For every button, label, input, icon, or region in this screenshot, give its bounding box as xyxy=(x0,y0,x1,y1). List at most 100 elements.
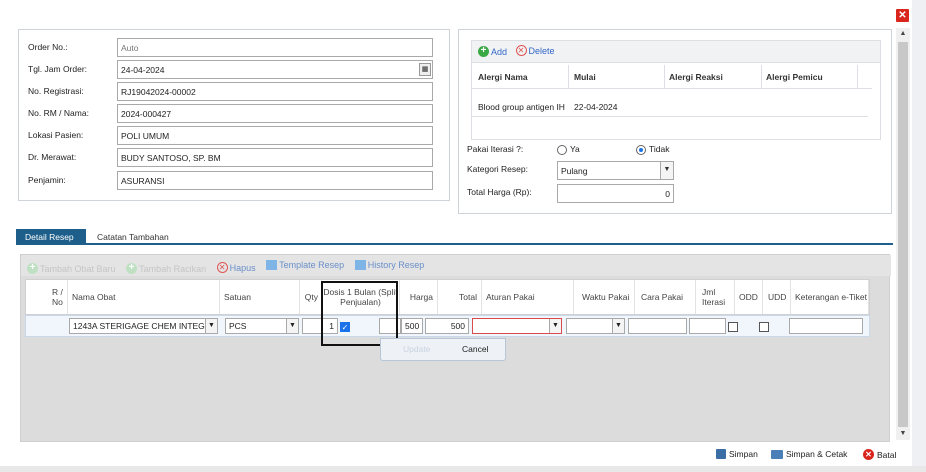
alergi-add-button[interactable]: + Add xyxy=(478,46,507,57)
col-aturan-pakai: Aturan Pakai xyxy=(482,280,574,314)
iterasi-ya-radio[interactable] xyxy=(557,145,567,155)
row-dr-merawat: Dr. Merawat: BUDY SANTOSO, SP. BM xyxy=(19,148,451,168)
iterasi-tidak-radio[interactable] xyxy=(636,145,646,155)
row-no-registrasi: No. Registrasi: RJ19042024-00002 xyxy=(19,82,451,102)
alergi-delete-label: Delete xyxy=(528,45,555,56)
batal-button[interactable]: ✕ Batal xyxy=(863,449,896,460)
no-registrasi-input[interactable]: RJ19042024-00002 xyxy=(117,82,433,101)
tab-catatan-tambahan[interactable]: Catatan Tambahan xyxy=(88,229,178,245)
alergi-delete-button[interactable]: ✕ Delete xyxy=(515,45,555,56)
tambah-obat-button[interactable]: + Tambah Obat Baru xyxy=(27,263,116,274)
lokasi-pasien-input[interactable]: POLI UMUM xyxy=(117,126,433,145)
template-resep-button[interactable]: Template Resep xyxy=(266,260,344,270)
hapus-label: Hapus xyxy=(229,262,256,273)
alergi-row-nama: Blood group antigen IH xyxy=(478,102,565,112)
alergi-panel: + Add ✕ Delete Alergi Nama Mulai Alergi … xyxy=(458,29,892,214)
col-udd: UDD xyxy=(763,280,791,314)
iterasi-tidak-label: Tidak xyxy=(649,144,670,154)
order-no-input[interactable]: Auto xyxy=(117,38,433,57)
total-input[interactable]: 500 xyxy=(425,318,469,334)
cancel-button[interactable]: Cancel xyxy=(462,344,488,354)
aturan-pakai-select[interactable]: ▼ xyxy=(472,318,562,334)
save-icon xyxy=(716,449,726,459)
nama-obat-select[interactable]: 1243A STERIGAGE CHEM INTEGRA ▼ xyxy=(69,318,218,334)
chevron-down-icon[interactable]: ▼ xyxy=(612,319,624,333)
penjamin-input[interactable]: ASURANSI xyxy=(117,171,433,190)
jml-iterasi-input[interactable] xyxy=(689,318,726,334)
penjamin-label: Penjamin: xyxy=(28,175,66,185)
tambah-racikan-label: Tambah Racikan xyxy=(139,263,207,274)
total-harga-label: Total Harga (Rp): xyxy=(467,187,532,197)
cancel-icon: ✕ xyxy=(863,449,874,460)
close-icon[interactable]: ✕ xyxy=(896,9,909,22)
nama-obat-value: 1243A STERIGAGE CHEM INTEGRA xyxy=(73,321,217,331)
alergi-add-label: Add xyxy=(491,46,508,57)
simpan-cetak-button[interactable]: Simpan & Cetak xyxy=(771,449,847,459)
col-harga: Harga xyxy=(400,280,438,314)
resep-grid-header: R / No Nama Obat Satuan Qty Dosis 1 Bula… xyxy=(25,279,870,315)
vertical-scrollbar[interactable]: ▲ ▼ xyxy=(896,28,910,440)
chevron-down-icon[interactable]: ▼ xyxy=(549,319,561,333)
alergi-col-divider xyxy=(568,65,569,89)
resep-grid-toolbar: + Tambah Obat Baru + Tambah Racikan ✕ Ha… xyxy=(21,255,891,276)
col-rno: R / No xyxy=(48,280,68,314)
row-editor-bar: Update Cancel xyxy=(380,338,506,361)
batal-label: Batal xyxy=(877,449,897,460)
no-rm-nama-input[interactable]: 2024-000427 xyxy=(117,104,433,123)
alergi-col-reaksi: Alergi Reaksi xyxy=(669,72,723,82)
delete-icon: ✕ xyxy=(216,262,228,273)
alergi-col-divider xyxy=(664,65,665,89)
alergi-row[interactable]: Blood group antigen IH 22-04-2024 xyxy=(472,99,868,117)
satuan-value: PCS xyxy=(229,321,247,331)
lokasi-pasien-label: Lokasi Pasien: xyxy=(28,130,84,140)
dr-merawat-label: Dr. Merawat: xyxy=(28,152,77,162)
row-tgl-jam-order: Tgl. Jam Order: 24-04-2024 ▦ xyxy=(19,60,451,80)
simpan-button[interactable]: Simpan xyxy=(716,449,758,459)
waktu-pakai-select[interactable]: ▼ xyxy=(566,318,625,334)
kategori-select[interactable]: Pulang ▼ xyxy=(557,161,674,180)
udd-checkbox[interactable] xyxy=(759,322,769,332)
chevron-down-icon[interactable]: ▼ xyxy=(660,162,673,179)
iterasi-label: Pakai Iterasi ?: xyxy=(467,144,524,154)
harga-input[interactable]: 500 xyxy=(401,318,423,334)
odd-checkbox[interactable] xyxy=(728,322,738,332)
tgl-jam-order-input[interactable]: 24-04-2024 ▦ xyxy=(117,60,433,79)
dr-merawat-input[interactable]: BUDY SANTOSO, SP. BM xyxy=(117,148,433,167)
resep-grid-row[interactable]: 1243A STERIGAGE CHEM INTEGRA ▼ PCS ▼ 1 ✓… xyxy=(25,315,870,337)
col-qty: Qty xyxy=(300,280,322,314)
tambah-racikan-button[interactable]: + Tambah Racikan xyxy=(126,263,206,274)
history-resep-button[interactable]: History Resep xyxy=(354,260,424,270)
alergi-col-nama: Alergi Nama xyxy=(478,72,528,82)
template-resep-label: Template Resep xyxy=(279,260,345,270)
update-button[interactable]: Update xyxy=(403,344,430,354)
scroll-down-icon[interactable]: ▼ xyxy=(896,428,910,440)
history-icon xyxy=(354,260,366,270)
row-penjamin: Penjamin: ASURANSI xyxy=(19,171,451,191)
alergi-toolbar: + Add ✕ Delete xyxy=(472,41,880,63)
total-harga-input[interactable]: 0 xyxy=(557,184,674,203)
keterangan-input[interactable] xyxy=(789,318,863,334)
cara-pakai-input[interactable] xyxy=(628,318,687,334)
kategori-label: Kategori Resep: xyxy=(467,164,528,174)
alergi-col-mulai: Mulai xyxy=(574,72,596,82)
satuan-select[interactable]: PCS ▼ xyxy=(225,318,299,334)
calendar-icon[interactable]: ▦ xyxy=(419,63,431,76)
chevron-down-icon[interactable]: ▼ xyxy=(205,319,217,333)
delete-icon: ✕ xyxy=(515,45,527,56)
chevron-down-icon[interactable]: ▼ xyxy=(286,319,298,333)
row-lokasi-pasien: Lokasi Pasien: POLI UMUM xyxy=(19,126,451,146)
order-no-label: Order No.: xyxy=(28,42,68,52)
scrollbar-thumb[interactable] xyxy=(898,42,908,427)
scroll-up-icon[interactable]: ▲ xyxy=(896,28,910,40)
col-cara-pakai: Cara Pakai xyxy=(635,280,696,314)
hapus-button[interactable]: ✕ Hapus xyxy=(216,262,256,273)
no-registrasi-label: No. Registrasi: xyxy=(28,86,84,96)
col-waktu-pakai: Waktu Pakai xyxy=(574,280,635,314)
tab-detail-resep[interactable]: Detail Resep xyxy=(16,229,86,245)
col-satuan: Satuan xyxy=(220,280,300,314)
alergi-row-mulai: 22-04-2024 xyxy=(574,102,618,112)
add-icon: + xyxy=(126,263,138,274)
col-keterangan: Keterangan e-Tiket xyxy=(791,280,869,314)
add-icon: + xyxy=(478,46,489,57)
alergi-col-divider xyxy=(857,65,858,89)
